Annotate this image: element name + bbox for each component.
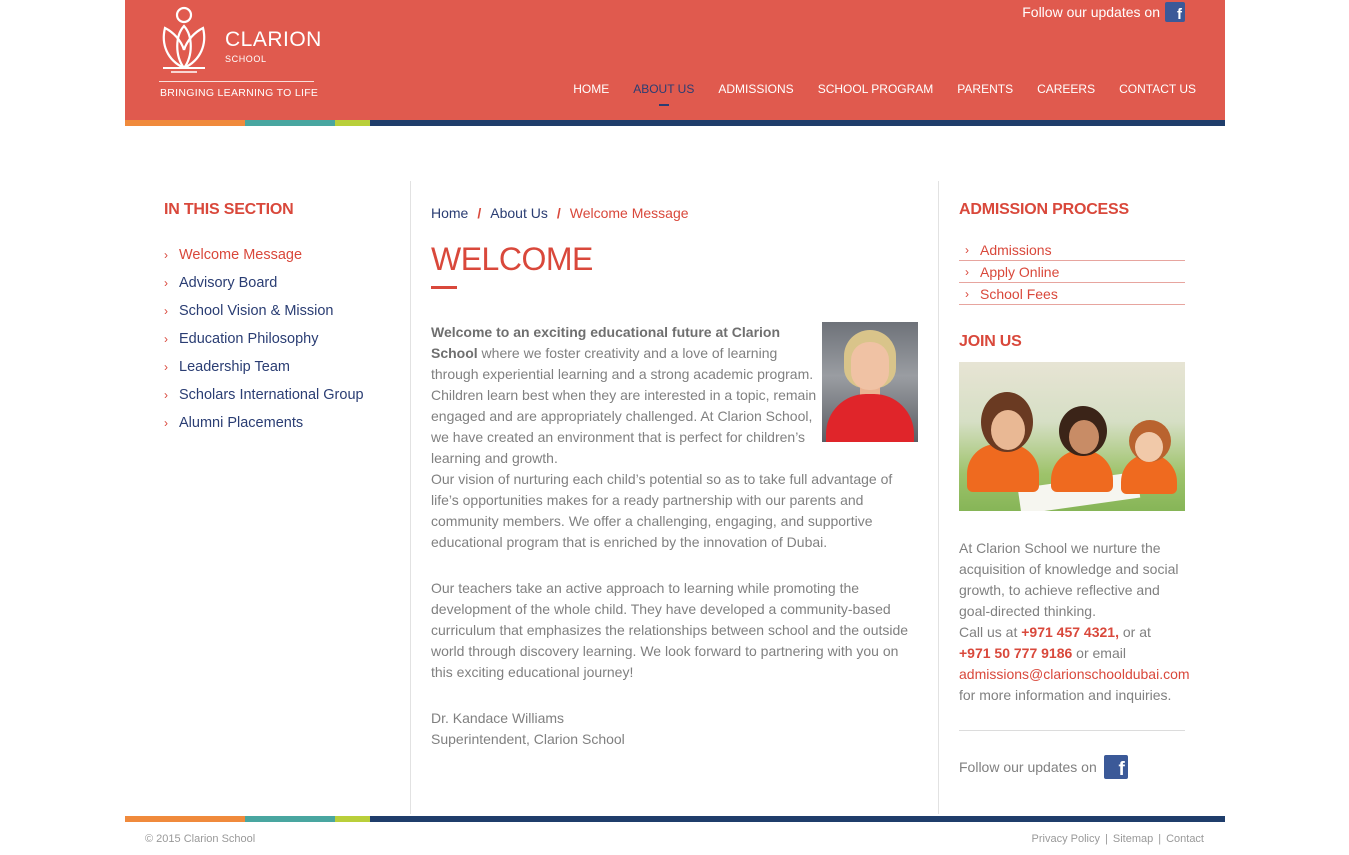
section-item-label: Education Philosophy — [179, 331, 319, 347]
section-item-alumni-placements[interactable]: › Alumni Placements — [164, 409, 394, 437]
footer-link-sitemap[interactable]: Sitemap — [1113, 833, 1153, 845]
footer-copyright: © 2015 Clarion School — [145, 833, 256, 845]
phone-secondary[interactable]: +971 50 777 9186 — [959, 645, 1072, 661]
breadcrumb-separator: / — [556, 205, 561, 221]
nav-school-program[interactable]: SCHOOL PROGRAM — [818, 82, 934, 96]
section-item-welcome-message[interactable]: › Welcome Message — [164, 241, 394, 269]
column-divider-right — [938, 181, 939, 814]
footer-color-stripe — [125, 816, 1225, 822]
main-content: Home / About Us / Welcome Message WELCOM… — [431, 205, 921, 747]
nav-careers[interactable]: CAREERS — [1037, 82, 1095, 96]
chevron-right-icon: › — [965, 264, 969, 279]
chevron-right-icon: › — [965, 286, 969, 301]
admission-link-admissions[interactable]: › Admissions — [959, 239, 1185, 261]
right-sidebar: ADMISSION PROCESS › Admissions › Apply Onl… — [959, 201, 1190, 779]
or-email-text: or email — [1072, 645, 1126, 661]
section-item-label: Leadership Team — [179, 359, 290, 375]
facebook-icon[interactable]: f — [1165, 2, 1185, 22]
breadcrumb: Home / About Us / Welcome Message — [431, 205, 921, 221]
call-prefix: Call us at — [959, 624, 1022, 640]
section-item-label: Welcome Message — [179, 247, 303, 263]
or-at-text: or at — [1118, 624, 1151, 640]
admission-link-label: Admissions — [980, 241, 1052, 258]
breadcrumb-home[interactable]: Home — [431, 205, 468, 221]
footer-link-privacy-policy[interactable]: Privacy Policy — [1032, 833, 1100, 845]
info-text: for more information and inquiries. — [959, 687, 1172, 703]
superintendent-photo — [822, 322, 918, 442]
column-divider-left — [410, 181, 411, 814]
chevron-right-icon: › — [164, 248, 168, 262]
admission-links: › Admissions › Apply Online › School Fees — [959, 239, 1185, 305]
breadcrumb-current: Welcome Message — [569, 205, 689, 221]
main-nav: HOME ABOUT US ADMISSIONS SCHOOL PROGRAM … — [573, 82, 1196, 106]
logo-subtitle: SCHOOL — [225, 54, 267, 64]
footer-separator: | — [1105, 833, 1108, 845]
chevron-right-icon: › — [164, 388, 168, 402]
site-header: CLARION SCHOOL BRINGING LEARNING TO LIFE… — [125, 0, 1225, 126]
section-item-advisory-board[interactable]: › Advisory Board — [164, 269, 394, 297]
section-item-scholars-international[interactable]: › Scholars International Group — [164, 381, 394, 409]
nav-admissions[interactable]: ADMISSIONS — [718, 82, 793, 96]
footer-separator: | — [1158, 833, 1162, 845]
phone-primary[interactable]: +971 457 4321, — [1021, 624, 1119, 640]
header-follow: Follow our updates on f — [1022, 2, 1185, 22]
chevron-right-icon: › — [164, 276, 168, 290]
signature-name: Dr. Kandace Williams — [431, 710, 565, 726]
breadcrumb-separator: / — [477, 205, 482, 221]
admission-link-label: School Fees — [980, 285, 1058, 302]
welcome-paragraph-1-text: where we foster creativity and a love of… — [431, 345, 817, 466]
section-item-vision-mission[interactable]: › School Vision & Mission — [164, 297, 394, 325]
section-title: IN THIS SECTION — [164, 201, 294, 218]
section-item-leadership-team[interactable]: › Leadership Team — [164, 353, 394, 381]
facebook-icon[interactable]: f — [1103, 755, 1128, 779]
chevron-right-icon: › — [164, 304, 168, 318]
breadcrumb-about-us[interactable]: About Us — [490, 205, 548, 221]
chevron-right-icon: › — [164, 416, 168, 430]
welcome-paragraph-2: Our vision of nurturing each child’s pot… — [431, 471, 893, 550]
logo-divider — [159, 81, 314, 82]
section-item-education-philosophy[interactable]: › Education Philosophy — [164, 325, 394, 353]
section-item-label: Alumni Placements — [179, 415, 304, 431]
signature-title: Superintendent, Clarion School — [431, 731, 625, 747]
admission-process-title: ADMISSION PROCESS — [959, 201, 1129, 218]
footer-link-contact[interactable]: Contact — [1166, 833, 1204, 845]
nav-home[interactable]: HOME — [573, 82, 609, 96]
sidebar-follow: Follow our updates on f — [959, 755, 1185, 779]
right-divider — [959, 730, 1185, 731]
admission-link-school-fees[interactable]: › School Fees — [959, 283, 1185, 305]
section-item-label: Advisory Board — [179, 275, 278, 291]
section-sidebar: IN THIS SECTION › Welcome Message › Adviso… — [164, 201, 394, 437]
header-color-stripe — [125, 120, 1225, 126]
title-underline — [431, 286, 457, 289]
logo-tagline: BRINGING LEARNING TO LIFE — [160, 87, 319, 99]
join-us-title: JOIN US — [959, 333, 1022, 350]
section-item-label: School Vision & Mission — [179, 303, 334, 319]
nav-parents[interactable]: PARENTS — [957, 82, 1013, 96]
welcome-text: Welcome to an exciting educational futur… — [431, 322, 921, 750]
site-logo[interactable]: CLARION SCHOOL BRINGING LEARNING TO LIFE — [159, 6, 322, 102]
nav-contact-us[interactable]: CONTACT US — [1119, 82, 1196, 96]
nav-about-us[interactable]: ABOUT US — [633, 82, 694, 106]
chevron-right-icon: › — [164, 360, 168, 374]
page-title: WELCOME — [431, 241, 593, 277]
footer-links: Privacy Policy | Sitemap | Contact — [1032, 833, 1204, 845]
logo-name: CLARION — [225, 28, 322, 51]
chevron-right-icon: › — [164, 332, 168, 346]
header-follow-text: Follow our updates on — [1022, 4, 1160, 20]
chevron-right-icon: › — [965, 242, 969, 257]
admission-link-label: Apply Online — [980, 263, 1060, 280]
join-us-photo — [959, 362, 1185, 511]
welcome-paragraph-3: Our teachers take an active approach to … — [431, 580, 909, 680]
section-nav-list: › Welcome Message › Advisory Board › School… — [164, 241, 394, 437]
join-us-text: At Clarion School we nurture the acquisi… — [959, 538, 1190, 706]
join-us-description: At Clarion School we nurture the acquisi… — [959, 540, 1179, 619]
lotus-logo-icon — [162, 6, 206, 73]
sidebar-follow-text: Follow our updates on — [959, 759, 1097, 775]
admission-link-apply-online[interactable]: › Apply Online — [959, 261, 1185, 283]
section-item-label: Scholars International Group — [179, 387, 364, 403]
admissions-email-link[interactable]: admissions@clarionschooldubai.com — [959, 666, 1190, 682]
